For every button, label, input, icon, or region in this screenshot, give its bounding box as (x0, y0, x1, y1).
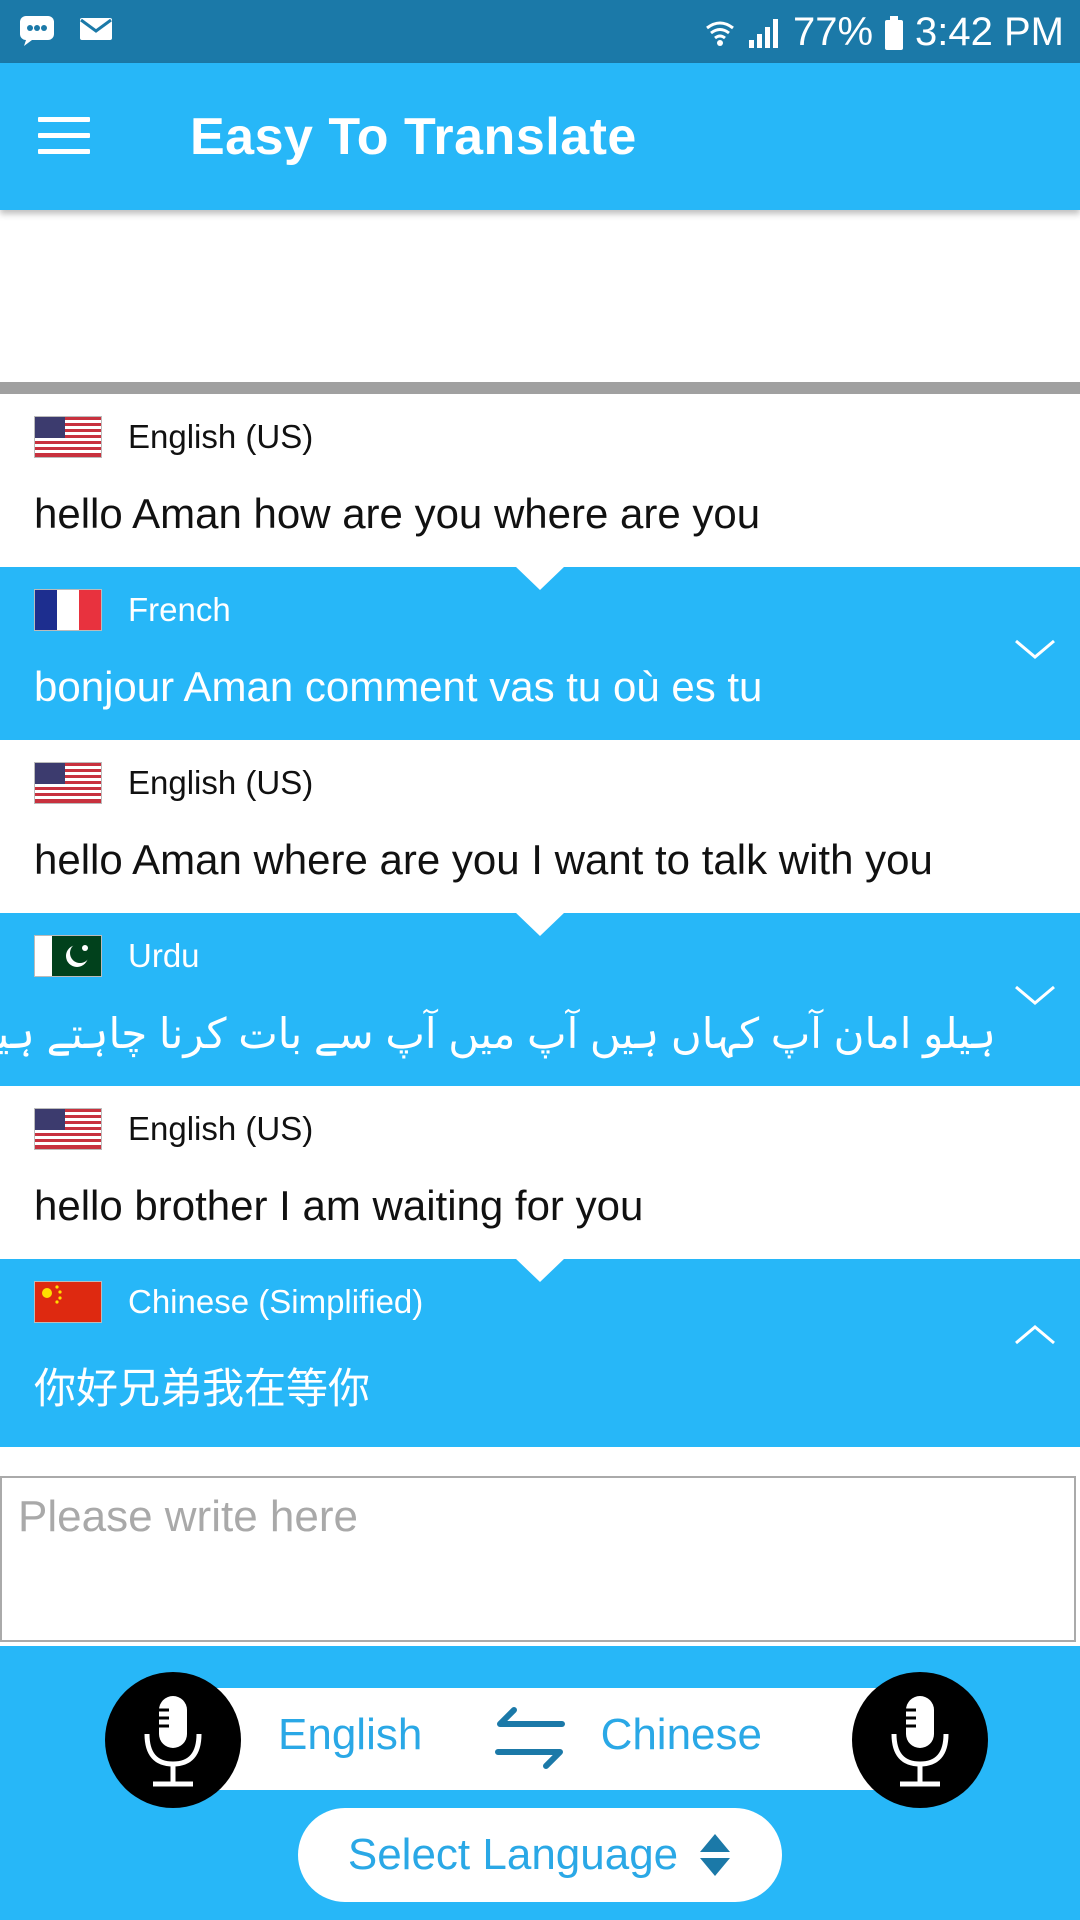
app-bar: Easy To Translate (0, 63, 1080, 210)
fr-flag-icon (34, 589, 102, 631)
source-language-button[interactable]: English (278, 1710, 422, 1760)
target-language-button[interactable]: Chinese (601, 1710, 762, 1760)
app-title: Easy To Translate (190, 108, 637, 166)
translation-text: ہیلو امان آپ کہاں ہیں آپ میں آپ سے بات ک… (0, 1010, 996, 1057)
status-bar: 77% 3:42 PM (0, 0, 1080, 63)
conversation-item[interactable]: English (US) hello Aman where are you I … (0, 740, 1080, 913)
translation-item[interactable]: French bonjour Aman comment vas tu où es… (0, 566, 1080, 740)
translate-input[interactable] (0, 1476, 1076, 1642)
bottom-bar: English Chinese Select Language (0, 1646, 1080, 1920)
clock: 3:42 PM (915, 10, 1064, 54)
us-flag-icon (34, 1108, 102, 1150)
chevron-down-icon[interactable] (1010, 633, 1060, 663)
pk-flag-icon (34, 935, 102, 977)
swap-languages-icon[interactable] (490, 1702, 570, 1778)
conversation-item[interactable]: English (US) hello Aman how are you wher… (0, 394, 1080, 567)
chevron-up-icon[interactable] (1010, 1319, 1060, 1349)
translation-item[interactable]: Urdu ہیلو امان آپ کہاں ہیں آپ میں آپ سے … (0, 912, 1080, 1086)
language-label: Chinese (Simplified) (128, 1283, 424, 1320)
microphone-icon (891, 1696, 949, 1787)
microphone-icon (144, 1696, 202, 1787)
translation-text: bonjour Aman comment vas tu où es tu (34, 663, 763, 710)
translation-text: 你好兄弟我在等你 (34, 1365, 371, 1412)
target-mic-button[interactable] (852, 1672, 988, 1808)
us-flag-icon (34, 762, 102, 804)
wifi-icon (706, 21, 734, 46)
message-text: hello Aman how are you where are you (34, 490, 761, 537)
conversation-divider (0, 382, 1080, 394)
message-notification-icon (20, 16, 54, 46)
language-label: English (US) (128, 1110, 314, 1147)
bubble-pointer (515, 1258, 565, 1282)
bubble-pointer (515, 566, 565, 590)
language-label: English (US) (128, 418, 314, 455)
sort-arrows-icon (700, 1834, 731, 1876)
source-mic-button[interactable] (105, 1672, 241, 1808)
bubble-pointer (515, 912, 565, 936)
select-language-label: Select Language (347, 1830, 679, 1879)
menu-icon[interactable] (38, 117, 90, 157)
language-label: English (US) (128, 764, 314, 801)
signal-icon (748, 18, 778, 48)
translation-item[interactable]: Chinese (Simplified) 你好兄弟我在等你 (0, 1258, 1080, 1447)
us-flag-icon (34, 416, 102, 458)
select-language-button[interactable]: Select Language (298, 1808, 782, 1902)
battery-percent: 77% (792, 10, 874, 54)
conversation-item[interactable]: English (US) hello brother I am waiting … (0, 1086, 1080, 1259)
email-notification-icon (80, 18, 112, 40)
message-text: hello Aman where are you I want to talk … (34, 836, 933, 883)
cn-flag-icon (34, 1281, 102, 1323)
language-label: Urdu (128, 937, 200, 974)
battery-icon (885, 15, 904, 50)
chevron-down-icon[interactable] (1010, 979, 1060, 1009)
message-text: hello brother I am waiting for you (34, 1182, 644, 1229)
language-pair-bar: English Chinese (170, 1688, 910, 1790)
language-label: French (128, 591, 231, 628)
